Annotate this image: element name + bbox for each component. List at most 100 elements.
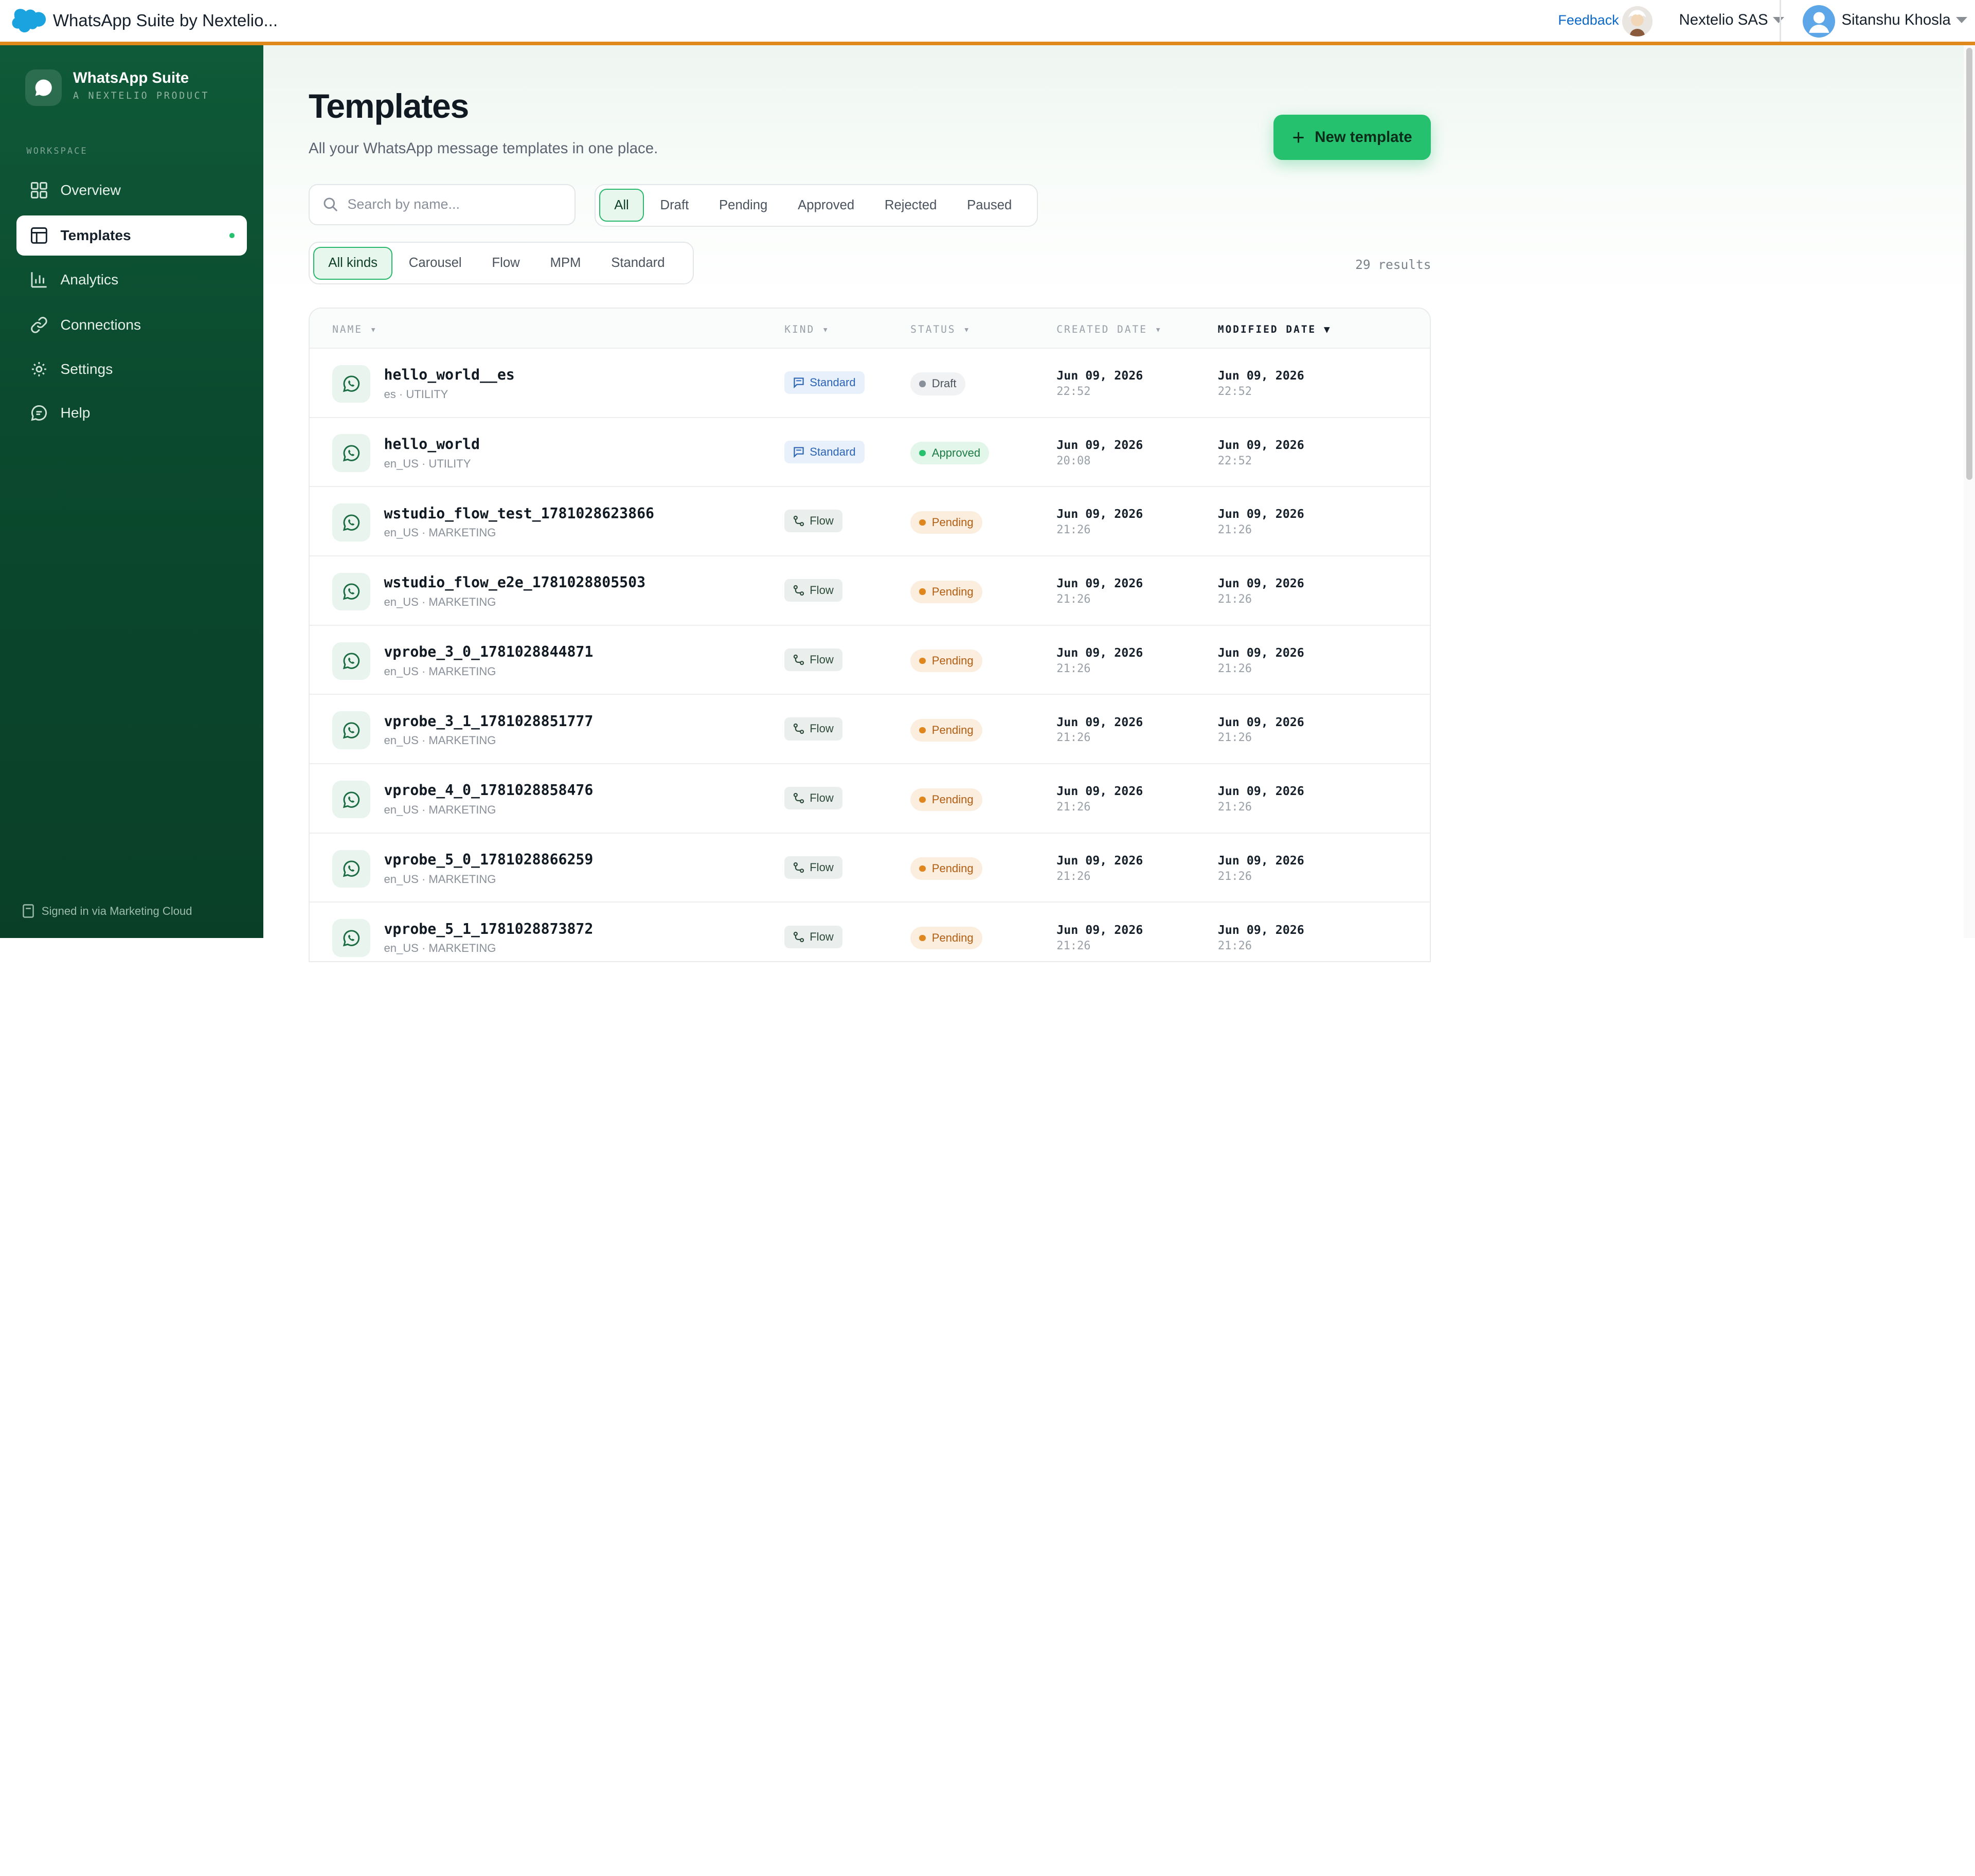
sidebar-item-overview[interactable]: Overview [16,170,247,210]
filter-status-paused[interactable]: Paused [953,189,1026,222]
kind-badge: Flow [784,510,842,533]
filter-status-pending[interactable]: Pending [705,189,781,222]
status-label: Pending [931,654,974,668]
modified-date: Jun 09, 2026 21:26 [1218,507,1304,536]
filter-kind-mpm[interactable]: MPM [536,247,595,280]
table-row[interactable]: vprobe_5_0_1781028866259 en_US · MARKETIN… [310,834,1430,903]
created-time-value: 21:26 [1056,593,1091,606]
status-dot [919,796,926,803]
filter-status-approved[interactable]: Approved [784,189,868,222]
kind-badge: Flow [784,648,842,671]
status-badge: Pending [910,511,982,534]
table-row[interactable]: hello_world en_US · UTILITY Standard Approv… [310,418,1430,488]
kind-label: Flow [810,791,834,805]
badge-icon [23,904,34,918]
link-icon [30,316,48,334]
sidebar-item-help[interactable]: Help [16,393,247,433]
template-name[interactable]: wstudio_flow_test_1781028623866 [384,505,654,522]
template-name[interactable]: vprobe_3_0_1781028844871 [384,643,593,660]
filter-status-draft[interactable]: Draft [647,189,703,222]
status-dot [919,381,926,387]
scrollbar-thumb[interactable] [1966,48,1973,480]
modified-date-value: Jun 09, 2026 [1217,853,1304,868]
template-name[interactable]: vprobe_3_1_1781028851777 [384,713,593,730]
brand-subtitle: A NEXTELIO PRODUCT [73,91,210,102]
org-switcher[interactable]: Nextelio SAS [1679,11,1785,29]
created-time-value: 20:08 [1056,454,1091,467]
created-date-value: Jun 09, 2026 [1056,923,1143,937]
status-badge: Pending [910,580,982,603]
table-header: NAME ▾ KIND ▾ STATUS ▾ CREATED DATE ▾ MO… [310,308,1430,349]
modified-time-value: 21:26 [1217,593,1252,606]
template-name[interactable]: hello_world [384,436,479,453]
search-input[interactable] [347,196,549,213]
template-name[interactable]: vprobe_4_0_1781028858476 [384,782,593,799]
whatsapp-icon [343,860,360,877]
filter-kind-flow[interactable]: Flow [478,247,533,280]
sidebar-item-label: Overview [60,182,121,198]
sidebar-item-settings[interactable]: Settings [16,349,247,389]
modified-date-value: Jun 09, 2026 [1217,576,1304,591]
table-row[interactable]: vprobe_4_0_1781028858476 en_US · MARKETIN… [310,764,1430,834]
sidebar-item-analytics[interactable]: Analytics [16,259,247,299]
table-row[interactable]: vprobe_3_0_1781028844871 en_US · MARKETIN… [310,626,1430,695]
sidebar-item-label: Help [60,405,91,421]
org-name-label: Nextelio SAS [1679,11,1768,29]
template-avatar [332,503,370,542]
message-icon [794,447,804,458]
template-name[interactable]: vprobe_5_0_1781028866259 [384,851,593,868]
filter-kind-standard[interactable]: Standard [597,247,678,280]
sidebar: WhatsApp Suite A NEXTELIO PRODUCT WORKSP… [0,45,263,939]
search-box[interactable] [309,184,576,226]
column-header-name[interactable]: NAME ▾ [332,323,378,335]
template-meta: en_US · MARKETING [384,664,496,678]
column-header-kind[interactable]: KIND ▾ [784,323,830,335]
column-header-modified[interactable]: MODIFIED DATE ▼ [1218,323,1332,335]
table-row[interactable]: hello_world__es es · UTILITY Standard Draft… [310,349,1430,418]
whatsapp-icon [343,375,360,392]
page-title: Templates [309,87,469,125]
assistant-avatar[interactable] [1622,6,1653,37]
message-icon [794,377,804,389]
created-date: Jun 09, 2026 21:26 [1056,507,1143,536]
kind-label: Flow [810,930,834,943]
status-label: Draft [931,377,957,390]
created-date-value: Jun 09, 2026 [1056,853,1143,868]
divider [1780,0,1781,42]
status-badge: Pending [910,650,982,673]
whatsapp-icon [343,722,360,739]
created-date-value: Jun 09, 2026 [1056,507,1143,521]
template-name[interactable]: vprobe_5_1_1781028873872 [384,921,593,937]
filter-kind-all[interactable]: All kinds [313,247,392,280]
status-dot [919,934,926,942]
modified-date: Jun 09, 2026 21:26 [1218,784,1304,814]
table-row[interactable]: wstudio_flow_e2e_1781028805503 en_US · MA… [310,556,1430,626]
table-row[interactable]: vprobe_3_1_1781028851777 en_US · MARKETIN… [310,695,1430,765]
template-name[interactable]: hello_world__es [384,366,514,383]
created-date: Jun 09, 2026 21:26 [1056,854,1143,883]
template-name[interactable]: wstudio_flow_e2e_1781028805503 [384,574,645,591]
modified-time-value: 22:52 [1217,385,1252,398]
user-icon [1808,12,1829,33]
sidebar-item-connections[interactable]: Connections [16,305,247,345]
kind-badge: Standard [784,440,865,463]
user-avatar[interactable] [1802,5,1836,38]
feedback-link[interactable]: Feedback [1558,12,1619,28]
filter-kind-carousel[interactable]: Carousel [395,247,476,280]
table-row[interactable]: wstudio_flow_test_1781028623866 en_US · M… [310,487,1430,556]
modified-date: Jun 09, 2026 21:26 [1218,715,1304,745]
created-date-value: Jun 09, 2026 [1056,645,1143,660]
filter-status-all[interactable]: All [599,189,644,222]
table-row[interactable]: vprobe_5_1_1781028873872 en_US · MARKETIN… [310,903,1430,961]
column-header-created[interactable]: CREATED DATE ▾ [1056,323,1162,335]
column-header-status[interactable]: STATUS ▾ [910,323,971,335]
template-avatar [332,642,370,680]
template-icon [30,227,48,244]
new-template-button[interactable]: + New template [1273,114,1431,160]
kind-badge: Flow [784,579,842,602]
kind-badge: Flow [784,717,842,741]
modified-date-value: Jun 09, 2026 [1217,923,1304,937]
sidebar-item-templates[interactable]: Templates [16,215,247,256]
user-menu[interactable]: Sitanshu Khosla [1841,11,1967,29]
filter-status-rejected[interactable]: Rejected [871,189,950,222]
